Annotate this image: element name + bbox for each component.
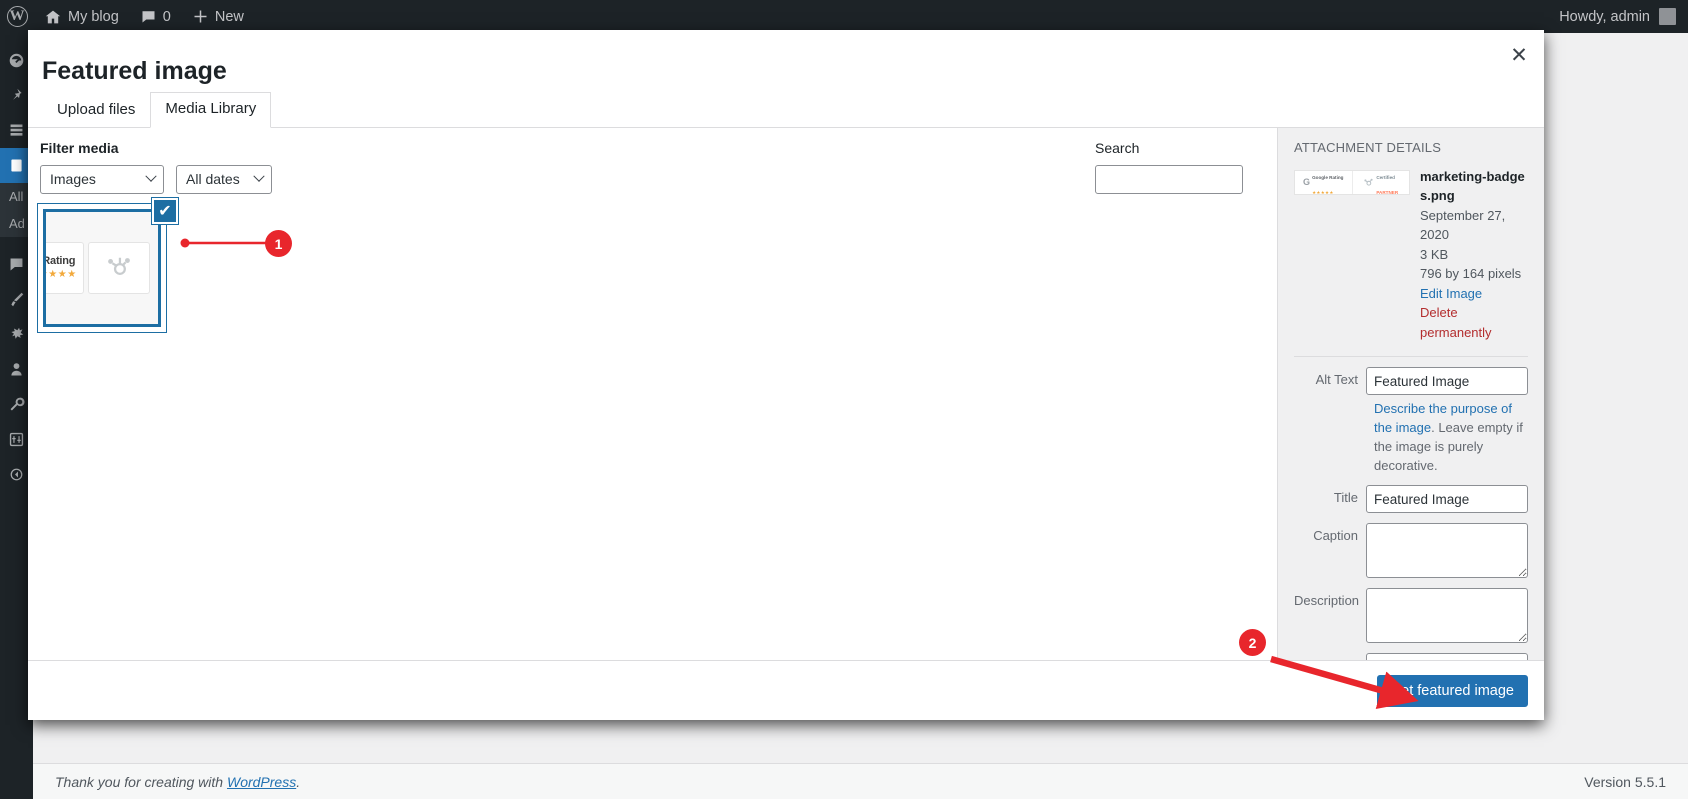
attachments-grid: le Rating ★★★★★ (28, 197, 1277, 333)
alt-text-help: Describe the purpose of the image. Leave… (1374, 400, 1528, 475)
hubspot-sprocket-icon (108, 257, 130, 275)
set-featured-image-button[interactable]: Set featured image (1377, 674, 1528, 707)
description-setting: Description (1294, 588, 1528, 644)
dashboard-icon (9, 53, 24, 68)
description-label: Description (1294, 593, 1360, 609)
caption-setting: Caption (1294, 523, 1528, 579)
media-page-icon (11, 159, 22, 172)
media-date-filter[interactable]: All dates (176, 164, 272, 194)
alt-text-input[interactable] (1366, 367, 1528, 395)
footer-credit: Thank you for creating with WordPress. (55, 774, 300, 790)
site-name-label: My blog (68, 8, 119, 25)
certified-mini-label: Certified (1376, 175, 1395, 180)
footer-version: Version 5.5.1 (1584, 773, 1666, 790)
google-rating-mini-label: Google Rating (1312, 175, 1344, 180)
admin-bar: W My blog 0 New Howdy, admin (0, 0, 1688, 33)
users-icon (11, 363, 22, 376)
plugins-plug-icon (11, 327, 24, 339)
new-content-button[interactable]: New (182, 0, 255, 33)
file-url-input[interactable] (1366, 653, 1528, 660)
comments-count: 0 (162, 8, 171, 25)
avatar-icon[interactable] (1659, 8, 1676, 25)
footer-thanks-prefix: Thank you for creating with (55, 773, 227, 790)
attachment-preview-thumbnail: G Google Rating ★★★★★ Certified PARTNER (1294, 169, 1410, 195)
attachment-thumbnail: le Rating ★★★★★ (46, 211, 158, 324)
title-input[interactable] (1366, 485, 1528, 514)
tab-media-library[interactable]: Media Library (150, 92, 272, 128)
plus-icon (194, 10, 207, 23)
page-title: Featured image (42, 57, 227, 85)
close-icon[interactable]: ✕ (1494, 30, 1544, 80)
hubspot-sprocket-icon (1364, 178, 1373, 186)
chevron-down-icon (253, 170, 265, 182)
media-type-filter[interactable]: Images (40, 164, 164, 194)
file-url-label: File URL: (1294, 653, 1366, 660)
alt-text-label: Alt Text (1315, 372, 1358, 387)
media-type-filter-value: Images (50, 171, 96, 187)
partner-mini-label: PARTNER (1376, 190, 1399, 195)
google-rating-badge: le Rating ★★★★★ (46, 241, 84, 294)
featured-image-modal: ✕ Featured image Upload files Media Libr… (28, 30, 1544, 720)
title-label: Title (1333, 490, 1358, 506)
attachment-date: September 27, 2020 (1420, 207, 1506, 243)
file-url-setting: File URL: (1294, 653, 1528, 660)
attachment-details-heading: ATTACHMENT DETAILS (1294, 139, 1442, 155)
settings-slider-icon (9, 432, 24, 447)
search-label: Search (1095, 139, 1140, 156)
modal-footer-toolbar: Set featured image (28, 660, 1544, 720)
google-g-icon: G (1303, 177, 1311, 187)
media-date-filter-value: All dates (186, 171, 240, 187)
google-rating-mini-stars: ★★★★★ (1312, 190, 1334, 195)
comments-icon (10, 258, 23, 271)
caption-label: Caption (1313, 528, 1358, 544)
new-label: New (214, 8, 244, 25)
footer-thanks-suffix: . (296, 773, 301, 790)
wordpress-admin-screen: W My blog 0 New Howdy, admin All Ad Than… (0, 0, 1688, 799)
tools-wrench-icon (10, 397, 25, 411)
collapse-icon (10, 468, 23, 481)
comments-button[interactable]: 0 (130, 0, 182, 33)
description-textarea[interactable] (1366, 588, 1528, 644)
attachment-filename: marketing-badges.png (1420, 168, 1525, 204)
howdy-label[interactable]: Howdy, admin (1559, 9, 1650, 25)
hubspot-partner-badge (88, 241, 150, 294)
appearance-brush-icon (11, 292, 24, 307)
modal-tabs: Upload files Media Library (28, 86, 1544, 128)
attachment-details-sidebar: ATTACHMENT DETAILS G Google Rating ★★★★★ (1277, 127, 1544, 660)
attachment-filesize: 3 KB (1420, 246, 1449, 262)
site-name-button[interactable]: My blog (34, 0, 130, 33)
attachment-dimensions: 796 by 164 pixels (1420, 266, 1522, 281)
wordpress-logo-button[interactable]: W (0, 0, 34, 33)
google-rating-label: le Rating (46, 255, 76, 267)
checkmark-icon[interactable]: ✔ (152, 197, 178, 224)
home-icon (45, 10, 61, 23)
attachment-item-marketing-badges[interactable]: le Rating ★★★★★ (37, 197, 178, 333)
title-setting: Title (1294, 485, 1528, 514)
rating-stars: ★★★★★ (46, 269, 77, 280)
media-stack-icon (10, 124, 23, 136)
pin-icon (13, 88, 22, 100)
chevron-down-icon (145, 170, 157, 182)
filter-media-label: Filter media (40, 139, 119, 156)
media-library-panel: Filter media Images All dates Search Rat… (28, 127, 1277, 660)
media-toolbar: Filter media Images All dates Search (28, 128, 1277, 200)
alt-text-setting: Alt Text (1294, 367, 1528, 395)
caption-textarea[interactable] (1366, 523, 1528, 579)
tab-upload-files[interactable]: Upload files (42, 93, 150, 128)
edit-image-link[interactable]: Edit Image (1420, 284, 1528, 304)
admin-footer: Thank you for creating with WordPress. V… (33, 763, 1688, 799)
comment-icon (142, 11, 155, 23)
delete-permanently-link[interactable]: Delete permanently (1420, 303, 1528, 342)
wordpress-link[interactable]: WordPress (227, 774, 296, 790)
search-input[interactable] (1095, 164, 1243, 194)
wordpress-icon: W (6, 6, 28, 27)
